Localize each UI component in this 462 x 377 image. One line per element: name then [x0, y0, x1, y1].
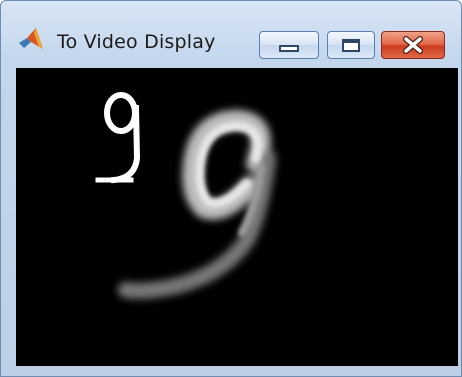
title-bar[interactable]: To Video Display: [1, 1, 461, 59]
minimize-button[interactable]: [259, 31, 319, 59]
close-icon: [402, 36, 424, 54]
maximize-icon: [342, 38, 360, 52]
video-display-area: [16, 68, 458, 366]
video-display-window: To Video Display: [0, 0, 462, 377]
video-frame-image: [16, 68, 458, 366]
matlab-icon[interactable]: [17, 27, 45, 53]
maximize-button[interactable]: [327, 31, 375, 59]
window-title: To Video Display: [57, 31, 216, 53]
minimize-icon: [279, 44, 299, 52]
close-button[interactable]: [381, 31, 445, 59]
